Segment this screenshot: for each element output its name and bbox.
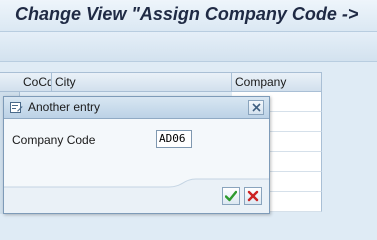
sap-window: Change View "Assign Company Code -> CoCd… bbox=[0, 0, 377, 214]
dialog-title: Another entry bbox=[28, 100, 101, 114]
column-header-cocd[interactable]: CoCd bbox=[20, 73, 52, 92]
table-header: CoCd City Company bbox=[0, 72, 322, 92]
column-header-city[interactable]: City bbox=[52, 73, 232, 92]
column-header-company[interactable]: Company bbox=[232, 73, 322, 92]
another-entry-dialog: Another entry Company Code AD06 bbox=[3, 96, 270, 214]
page-title: Change View "Assign Company Code -> bbox=[15, 4, 359, 24]
company-code-label: Company Code bbox=[12, 133, 96, 147]
close-icon bbox=[252, 103, 261, 112]
checkmark-icon bbox=[225, 190, 237, 202]
cancel-button[interactable] bbox=[244, 187, 262, 205]
dialog-title-bar[interactable]: Another entry bbox=[4, 97, 269, 119]
close-button[interactable] bbox=[248, 100, 264, 115]
application-toolbar bbox=[0, 32, 377, 62]
title-bar: Change View "Assign Company Code -> bbox=[0, 0, 377, 32]
dialog-body: Company Code AD06 bbox=[4, 119, 269, 213]
confirm-button[interactable] bbox=[222, 187, 240, 205]
cancel-icon bbox=[247, 190, 259, 202]
company-code-field[interactable]: AD06 bbox=[156, 130, 192, 148]
new-entry-icon bbox=[10, 102, 23, 113]
